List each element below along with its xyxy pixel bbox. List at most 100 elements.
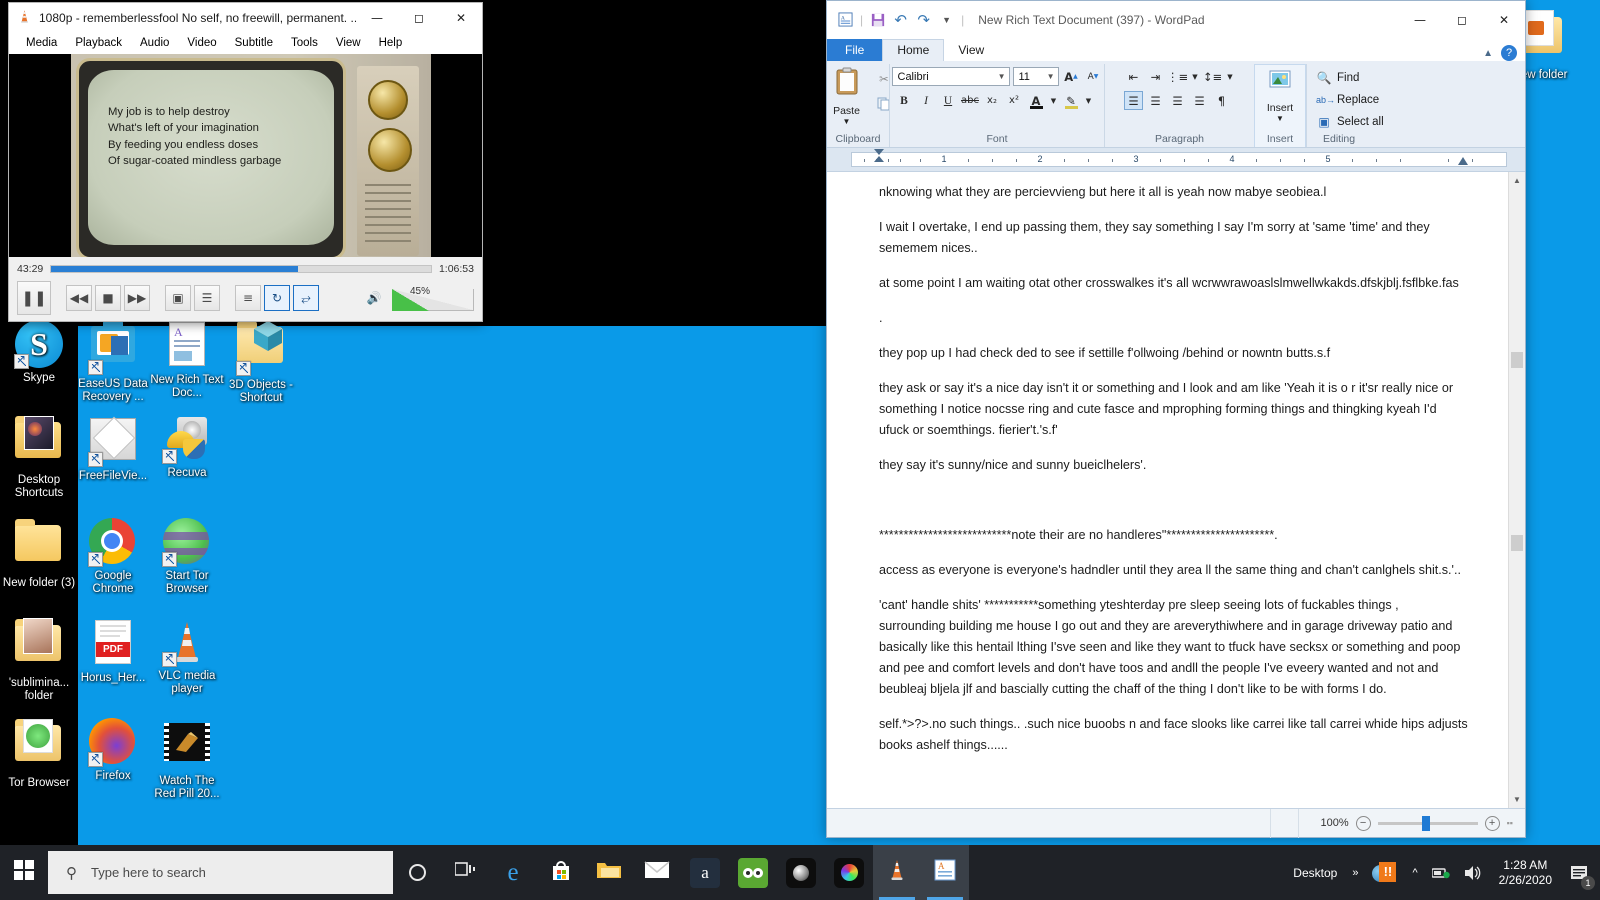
taskbar-mail[interactable] xyxy=(633,845,681,900)
vlc-title-bar[interactable]: 1080p - rememberlessfool No self, no fre… xyxy=(9,3,482,32)
wordpad-title-bar[interactable]: A | ↶ ↷ ▼ | New Rich Text Document (397)… xyxy=(827,1,1525,38)
quick-access-toolbar[interactable]: A | ↶ ↷ ▼ | xyxy=(837,11,964,29)
right-indent-marker[interactable] xyxy=(1458,157,1468,165)
wordpad-text-content[interactable]: nknowing what they are percievvieng but … xyxy=(827,172,1508,808)
vlc-menu-audio[interactable]: Audio xyxy=(131,35,178,51)
vlc-menu-tools[interactable]: Tools xyxy=(282,35,327,51)
network-icon[interactable] xyxy=(1425,845,1457,900)
justify-icon[interactable]: ☰ xyxy=(1190,91,1209,110)
taskbar-camera-app[interactable] xyxy=(777,845,825,900)
wordpad-close-button[interactable]: ✕ xyxy=(1483,5,1525,34)
line-spacing-dropdown-icon[interactable]: ▼ xyxy=(1225,67,1235,86)
taskbar-color-app[interactable] xyxy=(825,845,873,900)
font-family-select[interactable]: Calibri ▼ xyxy=(891,67,1010,86)
bold-button[interactable]: B xyxy=(895,91,914,110)
wordpad-ribbon-tabs[interactable]: File Home View ▲ ? xyxy=(827,38,1525,61)
desktop-icon-desktop-shortcuts[interactable]: Desktop Shortcuts xyxy=(2,415,76,500)
italic-button[interactable]: I xyxy=(917,91,936,110)
strikethrough-button[interactable]: abc xyxy=(961,91,980,110)
desktop-icon-horus-pdf[interactable]: PDF Horus_Her... xyxy=(76,618,150,685)
ruler-scale[interactable]: 1 2 3 4 5 xyxy=(851,149,1507,167)
desktop-icon-freefileviewer[interactable]: FreeFileVie... xyxy=(76,415,150,483)
scrollbar-thumb-secondary[interactable] xyxy=(1511,535,1523,551)
desktop-icon-recuva[interactable]: Recuva xyxy=(150,415,224,480)
tab-view[interactable]: View xyxy=(944,40,998,61)
task-view-button[interactable] xyxy=(441,845,489,900)
zoom-controls[interactable]: 100% − + ▪▪ xyxy=(1320,815,1525,831)
vlc-menu-video[interactable]: Video xyxy=(178,35,225,51)
tab-home[interactable]: Home xyxy=(882,39,945,61)
vlc-volume-area[interactable]: 🔊 45% xyxy=(361,285,474,311)
wordpad-maximize-button[interactable]: ◻ xyxy=(1441,5,1483,34)
vlc-playlist-button[interactable]: ≡ xyxy=(235,285,261,311)
font-size-select[interactable]: 11 ▼ xyxy=(1012,67,1059,86)
wordpad-minimize-button[interactable]: — xyxy=(1399,5,1441,34)
vlc-seek-slider[interactable] xyxy=(50,264,432,273)
find-button[interactable]: 🔍 Find xyxy=(1316,67,1360,88)
show-hidden-icons-chevron[interactable]: » xyxy=(1345,845,1365,900)
wordpad-ribbon[interactable]: Paste ▼ ✂ Clipboard Calibri ▼ 11 ▼ A ▲ A… xyxy=(827,61,1525,148)
line-spacing-icon[interactable]: ↕≡ xyxy=(1203,67,1222,86)
paste-dropdown-icon[interactable]: ▼ xyxy=(843,117,851,126)
undo-icon[interactable]: ↶ xyxy=(892,11,909,29)
vlc-volume-slider[interactable]: 45% xyxy=(392,286,474,311)
vlc-menu-media[interactable]: Media xyxy=(17,35,66,51)
taskbar-wordpad[interactable]: A xyxy=(921,845,969,900)
start-button[interactable] xyxy=(0,845,48,900)
wordpad-status-bar[interactable]: 100% − + ▪▪ xyxy=(827,808,1525,838)
zoom-slider[interactable] xyxy=(1377,815,1478,831)
left-indent-marker[interactable] xyxy=(874,149,884,171)
scroll-up-arrow-icon[interactable]: ▲ xyxy=(1509,172,1525,189)
vlc-minimize-button[interactable]: — xyxy=(356,3,398,32)
vlc-stop-button[interactable]: ■ xyxy=(95,285,121,311)
vlc-menu-playback[interactable]: Playback xyxy=(66,35,131,51)
customize-qat-icon[interactable]: ▼ xyxy=(938,11,955,28)
tray-chevron-icon[interactable]: ^ xyxy=(1405,845,1424,900)
show-desktop-label[interactable]: Desktop xyxy=(1285,866,1345,880)
insert-dropdown-icon[interactable]: ▼ xyxy=(1276,114,1284,123)
subscript-button[interactable]: x₂ xyxy=(983,91,1002,110)
desktop-icon-firefox[interactable]: Firefox xyxy=(76,718,150,783)
zoom-in-icon[interactable]: + xyxy=(1484,815,1500,831)
wordpad-window[interactable]: A | ↶ ↷ ▼ | New Rich Text Document (397)… xyxy=(826,0,1526,838)
collapse-ribbon-icon[interactable]: ▲ xyxy=(1483,48,1493,59)
desktop-icon-tor-browser[interactable]: Tor Browser xyxy=(2,718,76,790)
text-color-button[interactable]: A xyxy=(1027,91,1046,110)
desktop-icon-vlc-media-player[interactable]: VLC media player xyxy=(150,618,224,696)
paste-button[interactable]: Paste ▼ xyxy=(823,67,871,126)
taskbar-file-explorer[interactable] xyxy=(585,845,633,900)
vlc-shuffle-button[interactable]: ⥂ xyxy=(293,285,319,311)
vlc-seek-row[interactable]: 43:29 1:06:53 xyxy=(17,260,474,277)
vlc-menu-bar[interactable]: Media Playback Audio Video Subtitle Tool… xyxy=(9,32,482,54)
desktop-icon-new-folder-3[interactable]: New folder (3) xyxy=(2,518,76,590)
superscript-button[interactable]: x² xyxy=(1005,91,1024,110)
search-input[interactable]: ⚲ Type here to search xyxy=(48,851,393,894)
tab-file[interactable]: File xyxy=(827,39,883,61)
save-icon[interactable] xyxy=(869,11,886,28)
taskbar-tripadvisor[interactable] xyxy=(729,845,777,900)
increase-indent-icon[interactable]: ⇥ xyxy=(1146,67,1165,86)
desktop-icon-start-tor-browser[interactable]: Start Tor Browser xyxy=(150,518,224,596)
align-center-icon[interactable]: ☰ xyxy=(1146,91,1165,110)
wordpad-ruler[interactable]: 1 2 3 4 5 xyxy=(827,148,1525,172)
taskbar-vlc[interactable] xyxy=(873,845,921,900)
shrink-font-icon[interactable]: A ▼ xyxy=(1084,67,1103,86)
bullets-dropdown-icon[interactable]: ▼ xyxy=(1190,67,1200,86)
decrease-indent-icon[interactable]: ⇤ xyxy=(1124,67,1143,86)
desktop-icon-easeus[interactable]: EaseUS Data Recovery ... xyxy=(76,320,150,404)
insert-picture-button[interactable]: Insert ▼ xyxy=(1256,68,1304,123)
desktop-icon-google-chrome[interactable]: Google Chrome xyxy=(76,518,150,596)
vlc-play-pause-button[interactable]: ❚❚ xyxy=(17,281,51,315)
volume-icon[interactable] xyxy=(1457,845,1489,900)
redo-icon[interactable]: ↷ xyxy=(915,11,932,29)
vlc-mute-button[interactable]: 🔊 xyxy=(361,285,387,311)
vlc-video-surface[interactable]: My job is to help destroy What's left of… xyxy=(9,54,482,257)
replace-button[interactable]: ab→ Replace xyxy=(1316,89,1379,110)
desktop-icon-3d-objects[interactable]: 3D Objects - Shortcut xyxy=(224,320,298,405)
notifications-button[interactable]: 1 xyxy=(1562,845,1596,900)
system-tray[interactable]: Desktop » !! ^ 1:28 AM 2/26/2020 1 xyxy=(1285,845,1600,900)
scrollbar-thumb[interactable] xyxy=(1511,352,1523,368)
taskbar-microsoft-store[interactable] xyxy=(537,845,585,900)
text-color-dropdown-icon[interactable]: ▼ xyxy=(1049,91,1059,110)
update-notification-icon[interactable]: !! xyxy=(1365,845,1405,900)
